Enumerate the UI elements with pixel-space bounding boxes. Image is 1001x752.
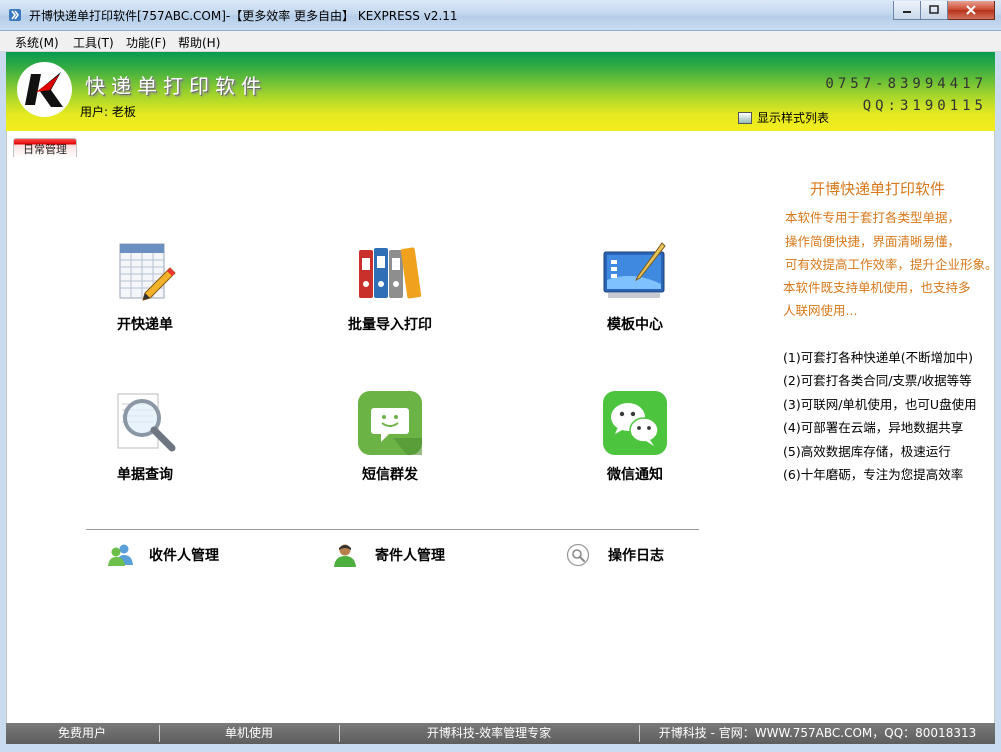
tile-label: 短信群发 [362, 467, 418, 483]
maximize-button[interactable] [921, 1, 948, 20]
info-line: 本软件既支持单机使用，也支持多 [783, 280, 971, 295]
minimize-icon [903, 11, 911, 13]
maximize-icon [929, 5, 939, 14]
info-line: 本软件专用于套打各类型单据， [785, 210, 961, 225]
info-line: 人联网使用... [783, 303, 858, 318]
feature-line: (6)十年磨砺，专注为您提高效率 [783, 467, 964, 482]
show-style-list-label: 显示样式列表 [757, 111, 830, 125]
window-controls [893, 1, 995, 21]
info-line: 操作简便快捷，界面清晰易懂， [785, 234, 961, 249]
tile-label: 模板中心 [607, 317, 663, 333]
close-button[interactable] [948, 1, 995, 20]
menu-function[interactable]: 功能(F) [126, 34, 166, 51]
window-title: 开博快递单打印软件[757ABC.COM]-【更多效率 更多自由】 KEXPRE… [29, 9, 458, 23]
feature-line: (1)可套打各种快递单(不断增加中) [783, 350, 973, 365]
operation-log-label: 操作日志 [608, 548, 664, 564]
magnifier-icon [112, 390, 178, 456]
window-frame-bottom [0, 744, 1001, 752]
tile-label: 批量导入打印 [348, 317, 432, 333]
users-icon [107, 543, 135, 567]
close-icon [966, 5, 976, 15]
contact-qq: QQ:3190115 [862, 98, 987, 114]
tab-daily-management[interactable]: 日常管理 [13, 138, 77, 157]
tile-document-query[interactable]: 单据查询 [70, 390, 220, 484]
menu-bar: 系统(M) 工具(T) 功能(F) 帮助(H) [0, 31, 1001, 52]
template-board-icon [602, 240, 668, 306]
content-border-right [994, 131, 995, 723]
feature-line: (2)可套打各类合同/支票/收据等等 [783, 373, 972, 388]
sms-icon [357, 390, 423, 456]
current-user: 用户: 老板 [80, 105, 136, 119]
header-banner: 快递单打印软件 用户: 老板 0757-83994417 QQ:3190115 … [6, 52, 995, 131]
feature-line: (4)可部署在云端，异地数据共享 [783, 420, 964, 435]
contact-phone: 0757-83994417 [825, 76, 987, 92]
tile-wechat-notify[interactable]: 微信通知 [560, 390, 710, 484]
feature-line: (3)可联网/单机使用，也可U盘使用 [783, 397, 977, 412]
sender-management-button[interactable]: 寄件人管理 [333, 543, 445, 567]
app-name: 快递单打印软件 [85, 74, 267, 98]
status-bar: 免费用户 单机使用 开博科技-效率管理专家 开博科技 - 官网：WWW.757A… [6, 723, 995, 744]
feature-line: (5)高效数据库存储，极速运行 [783, 444, 951, 459]
menu-system[interactable]: 系统(M) [15, 34, 59, 51]
title-bar[interactable]: 开博快递单打印软件[757ABC.COM]-【更多效率 更多自由】 KEXPRE… [0, 0, 1001, 31]
search-log-icon [566, 543, 594, 567]
tile-template-center[interactable]: 模板中心 [560, 240, 710, 334]
section-divider [86, 529, 699, 530]
tile-label: 开快递单 [117, 317, 173, 333]
tile-label: 单据查询 [117, 467, 173, 483]
sender-management-label: 寄件人管理 [375, 548, 445, 564]
status-mode: 单机使用 [224, 726, 273, 740]
menu-help[interactable]: 帮助(H) [178, 34, 220, 51]
operation-log-button[interactable]: 操作日志 [566, 543, 664, 567]
list-window-icon [738, 111, 752, 124]
info-line: 可有效提高工作效率，提升企业形象。 [785, 257, 998, 272]
content-border-left [6, 131, 7, 723]
minimize-button[interactable] [893, 1, 921, 20]
binders-icon [357, 240, 423, 306]
status-user-type: 免费用户 [57, 726, 106, 740]
app-icon [9, 9, 21, 21]
info-title: 开博快递单打印软件 [809, 180, 945, 198]
recipient-management-label: 收件人管理 [149, 548, 219, 564]
tile-label: 微信通知 [607, 467, 663, 483]
tile-batch-import-print[interactable]: 批量导入打印 [315, 240, 465, 334]
spreadsheet-pencil-icon [112, 240, 178, 306]
menu-tools[interactable]: 工具(T) [73, 34, 114, 51]
tile-create-express[interactable]: 开快递单 [70, 240, 220, 334]
company-logo [17, 62, 72, 117]
tile-sms-broadcast[interactable]: 短信群发 [315, 390, 465, 484]
wechat-icon [602, 390, 668, 456]
status-slogan: 开博科技-效率管理专家 [426, 726, 552, 740]
status-contact: 开博科技 - 官网：WWW.757ABC.COM，QQ：80018313 [658, 726, 977, 740]
app-window: 开博快递单打印软件[757ABC.COM]-【更多效率 更多自由】 KEXPRE… [0, 0, 1001, 752]
window-frame-right [995, 52, 1001, 744]
show-style-list-button[interactable]: 显示样式列表 [738, 109, 829, 126]
user-icon [333, 543, 361, 567]
kexpress-logo-icon [25, 72, 63, 107]
recipient-management-button[interactable]: 收件人管理 [107, 543, 219, 567]
